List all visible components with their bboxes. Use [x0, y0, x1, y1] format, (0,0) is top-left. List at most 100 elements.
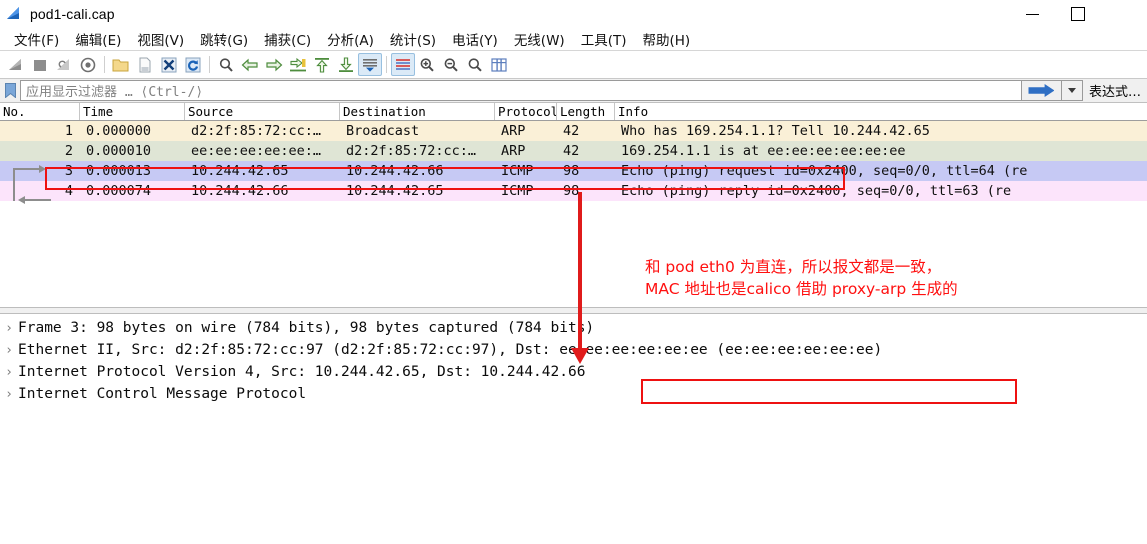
maximize-button[interactable] [1055, 0, 1101, 28]
packet-cell-source: 10.244.42.65 [191, 163, 289, 179]
window-title: pod1-cali.cap [30, 6, 115, 22]
menu-wireless[interactable]: 无线(W) [506, 27, 573, 51]
packet-cell-length: 42 [563, 143, 580, 159]
packet-cell-no: 2 [64, 143, 73, 159]
menu-edit[interactable]: 编辑(E) [67, 27, 129, 51]
menu-statistics[interactable]: 统计(S) [382, 27, 444, 51]
filter-bookmark-icon[interactable] [0, 80, 20, 101]
detail-icmp[interactable]: › Internet Control Message Protocol [0, 383, 1147, 405]
packet-cell-destination: 10.244.42.65 [346, 183, 444, 199]
packet-cell-info: Echo (ping) reply id=0x2400, seq=0/0, tt… [621, 183, 1012, 199]
menu-tools[interactable]: 工具(T) [573, 27, 635, 51]
packet-cell-destination: Broadcast [346, 123, 420, 139]
detail-ipv4[interactable]: › Internet Protocol Version 4, Src: 10.24… [0, 361, 1147, 383]
column-header-no[interactable]: No. [0, 103, 80, 120]
find-packet-icon[interactable] [214, 53, 238, 76]
display-filter-placeholder: 应用显示过滤器 … ⟨Ctrl-/⟩ [26, 85, 204, 100]
zoom-out-icon[interactable] [439, 53, 463, 76]
column-header-info[interactable]: Info [615, 103, 1147, 120]
packet-cell-destination: d2:2f:85:72:cc:… [346, 143, 477, 159]
annotation-note-line1: 和 pod eth0 为直连，所以报文都是一致， [645, 258, 942, 276]
auto-scroll-icon[interactable] [358, 53, 382, 76]
packet-list-header: No. Time Source Destination Protocol Length In… [0, 103, 1147, 121]
menu-telephony[interactable]: 电话(Y) [444, 27, 506, 51]
go-forward-icon[interactable] [262, 53, 286, 76]
menu-analyze[interactable]: 分析(A) [319, 27, 382, 51]
close-file-icon[interactable] [157, 53, 181, 76]
zoom-reset-icon[interactable] [463, 53, 487, 76]
minimize-button[interactable] [1009, 0, 1055, 28]
packet-cell-time: 0.000010 [86, 143, 152, 159]
filter-expression-button[interactable]: 表达式… [1083, 81, 1147, 100]
colorize-icon[interactable] [391, 53, 415, 76]
resize-columns-icon[interactable] [487, 53, 511, 76]
packet-list-rows: 1 0.000000 d2:2f:85:72:cc:… Broadcast ARP 42 W… [0, 121, 1147, 201]
packet-cell-time: 0.000074 [86, 183, 152, 199]
display-filter-input[interactable]: 应用显示过滤器 … ⟨Ctrl-/⟩ [20, 80, 1021, 101]
menu-capture[interactable]: 捕获(C) [256, 27, 319, 51]
packet-cell-destination: 10.244.42.66 [346, 163, 444, 179]
packet-list: No. Time Source Destination Protocol Length In… [0, 103, 1147, 307]
menu-help[interactable]: 帮助(H) [634, 27, 698, 51]
restart-capture-icon[interactable] [52, 53, 76, 76]
reload-file-icon[interactable] [181, 53, 205, 76]
minimize-icon [1025, 13, 1039, 15]
packet-cell-source: ee:ee:ee:ee:ee:… [191, 143, 322, 159]
menu-view[interactable]: 视图(V) [129, 27, 192, 51]
close-button[interactable] [1101, 0, 1147, 28]
app-icon [0, 6, 30, 22]
column-header-source[interactable]: Source [185, 103, 340, 120]
go-to-packet-icon[interactable] [286, 53, 310, 76]
column-header-length[interactable]: Length [557, 103, 615, 120]
menu-file[interactable]: 文件(F) [6, 27, 67, 51]
title-bar: pod1-cali.cap [0, 0, 1147, 28]
detail-frame-text: Frame 3: 98 bytes on wire (784 bits), 98… [18, 320, 595, 336]
go-to-first-packet-icon[interactable] [310, 53, 334, 76]
open-file-icon[interactable] [109, 53, 133, 76]
annotation-arrow-head [571, 348, 589, 364]
packet-row-1[interactable]: 1 0.000000 d2:2f:85:72:cc:… Broadcast ARP 42 W… [0, 121, 1147, 141]
column-header-protocol[interactable]: Protocol [495, 103, 557, 120]
packet-cell-time: 0.000013 [86, 163, 152, 179]
apply-filter-button[interactable] [1020, 80, 1061, 101]
packet-cell-no: 1 [64, 123, 73, 139]
packet-cell-info: 169.254.1.1 is at ee:ee:ee:ee:ee:ee [621, 143, 906, 159]
wireshark-window: pod1-cali.cap 文件(F) 编辑(E) 视图(V) 跳转(G) 捕获(C) 分… [0, 0, 1147, 544]
annotation-arrow-stem [578, 192, 582, 351]
packet-row-2[interactable]: 2 0.000010 ee:ee:ee:ee:ee:… d2:2f:85:72:cc:… [0, 141, 1147, 161]
start-capture-icon[interactable] [4, 53, 28, 76]
menu-go[interactable]: 跳转(G) [192, 27, 256, 51]
annotation-note: 和 pod eth0 为直连，所以报文都是一致， MAC 地址也是calico … [645, 256, 958, 300]
pane-splitter[interactable] [0, 307, 1147, 314]
packet-cell-length: 98 [563, 183, 580, 199]
detail-ethernet-text: Ethernet II, Src: d2:2f:85:72:cc:97 (d2:… [18, 342, 883, 358]
packet-cell-info: Echo (ping) request id=0x2400, seq=0/0, … [621, 163, 1028, 179]
go-back-icon[interactable] [238, 53, 262, 76]
annotation-note-line2: MAC 地址也是calico 借助 proxy-arp 生成的 [645, 280, 958, 298]
packet-cell-protocol: ARP [501, 123, 526, 139]
packet-cell-protocol: ICMP [501, 163, 534, 179]
go-to-last-packet-icon[interactable] [334, 53, 358, 76]
chevron-right-icon[interactable]: › [0, 321, 18, 336]
column-header-time[interactable]: Time [80, 103, 185, 120]
capture-options-icon[interactable] [76, 53, 100, 76]
main-toolbar [0, 51, 1147, 79]
packet-row-3[interactable]: 3 0.000013 10.244.42.65 10.244.42.66 ICMP 98 E… [0, 161, 1147, 181]
packet-row-4[interactable]: 4 0.000074 10.244.42.66 10.244.42.65 ICMP 98 E… [0, 181, 1147, 201]
packet-cell-source: 10.244.42.66 [191, 183, 289, 199]
packet-cell-length: 42 [563, 123, 580, 139]
packet-cell-source: d2:2f:85:72:cc:… [191, 123, 322, 139]
chevron-right-icon[interactable]: › [0, 365, 18, 380]
filter-history-dropdown[interactable] [1060, 80, 1083, 101]
zoom-in-icon[interactable] [415, 53, 439, 76]
stop-capture-icon[interactable] [28, 53, 52, 76]
packet-cell-length: 98 [563, 163, 580, 179]
conversation-bracket-icon [13, 164, 55, 204]
save-file-icon[interactable] [133, 53, 157, 76]
chevron-right-icon[interactable]: › [0, 387, 18, 402]
column-header-destination[interactable]: Destination [340, 103, 495, 120]
display-filter-bar: 应用显示过滤器 … ⟨Ctrl-/⟩ 表达式… [0, 79, 1147, 103]
chevron-right-icon[interactable]: › [0, 343, 18, 358]
packet-cell-protocol: ICMP [501, 183, 534, 199]
detail-frame[interactable]: › Frame 3: 98 bytes on wire (784 bits), 9… [0, 317, 1147, 339]
